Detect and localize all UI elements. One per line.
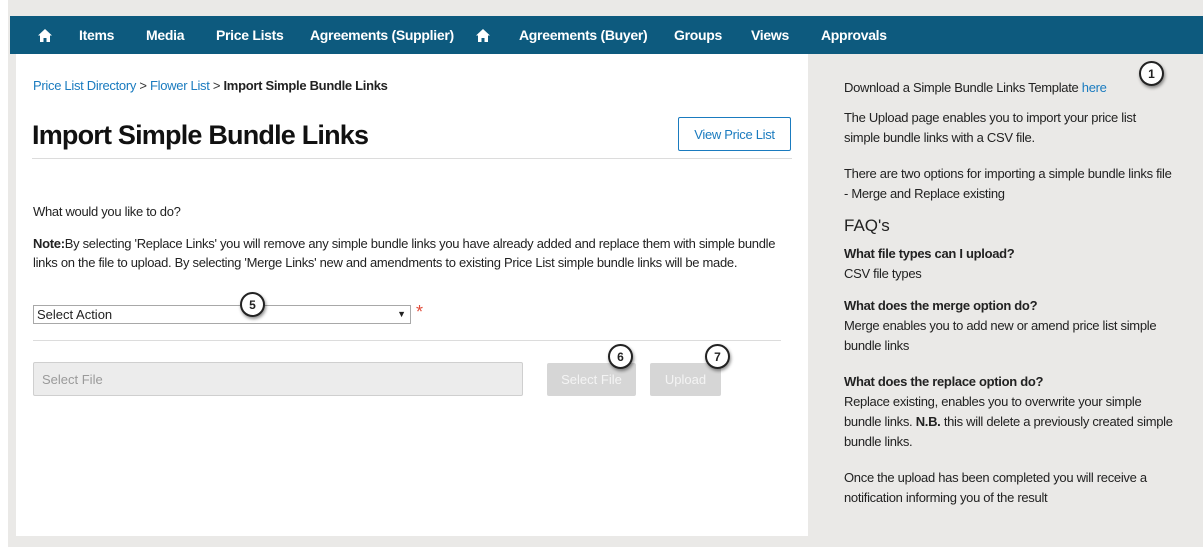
faq-item: What file types can I upload? CSV file t… — [844, 244, 1174, 284]
page-title: Import Simple Bundle Links — [32, 120, 369, 150]
nav-item-groups[interactable]: Groups — [674, 27, 722, 43]
faq-item: What does the merge option do? Merge ena… — [844, 296, 1174, 356]
download-template-label: Download a Simple Bundle Links Template — [844, 80, 1079, 95]
file-path-input[interactable]: Select File — [33, 362, 523, 396]
divider — [33, 340, 781, 341]
callout-marker-7: 7 — [705, 344, 730, 369]
note-body: By selecting 'Replace Links' you will re… — [33, 236, 776, 270]
nav-item-items[interactable]: Items — [79, 27, 114, 43]
faq-heading: FAQ's — [844, 216, 890, 235]
callout-marker-1: 1 — [1139, 61, 1164, 86]
nav-item-agreements-supplier[interactable]: Agreements (Supplier) — [310, 27, 454, 43]
callout-marker-5: 5 — [240, 292, 265, 317]
file-path-placeholder: Select File — [42, 371, 103, 387]
faq-question: What does the merge option do? — [844, 298, 1038, 313]
faq-question: What does the replace option do? — [844, 374, 1044, 389]
top-nav: Items Media Price Lists Agreements (Supp… — [10, 16, 1203, 54]
help-options: There are two options for importing a si… — [844, 166, 1172, 201]
callout-marker-6: 6 — [608, 344, 633, 369]
main-panel: Price List Directory > Flower List > Imp… — [16, 54, 808, 536]
nav-item-price-lists[interactable]: Price Lists — [216, 27, 284, 43]
faq-answer: Replace existing, enables you to overwri… — [844, 392, 1174, 452]
note-text: Note:By selecting 'Replace Links' you wi… — [33, 234, 793, 272]
home-icon[interactable] — [38, 28, 52, 42]
view-price-list-button[interactable]: View Price List — [678, 117, 791, 151]
breadcrumb-flower-list[interactable]: Flower List — [150, 78, 210, 93]
download-template-link[interactable]: here — [1082, 80, 1107, 95]
action-select[interactable]: Select Action ▼ — [33, 305, 411, 324]
breadcrumb-separator: > — [212, 78, 221, 93]
faq-answer: Merge enables you to add new or amend pr… — [844, 318, 1157, 353]
nav-item-media[interactable]: Media — [146, 27, 184, 43]
dropdown-arrow-icon: ▼ — [397, 309, 406, 319]
action-select-value: Select Action — [37, 307, 113, 322]
breadcrumb: Price List Directory > Flower List > Imp… — [33, 78, 388, 93]
download-template-text: Download a Simple Bundle Links Template … — [844, 78, 1174, 98]
breadcrumb-current: Import Simple Bundle Links — [223, 78, 388, 93]
faq-question: What file types can I upload? — [844, 246, 1015, 261]
faq-answer: CSV file types — [844, 266, 922, 281]
help-intro: The Upload page enables you to import yo… — [844, 110, 1136, 145]
nav-item-views[interactable]: Views — [751, 27, 789, 43]
note-label: Note: — [33, 236, 65, 251]
faq-answer-nb: N.B. — [915, 414, 941, 429]
nav-item-approvals[interactable]: Approvals — [821, 27, 887, 43]
breadcrumb-separator: > — [139, 78, 147, 93]
required-marker: * — [416, 302, 424, 322]
upload-button[interactable]: Upload — [650, 363, 721, 396]
divider — [32, 158, 792, 159]
breadcrumb-price-list-directory[interactable]: Price List Directory — [33, 78, 136, 93]
faq-item: What does the replace option do? Replace… — [844, 372, 1174, 452]
action-question: What would you like to do? — [33, 204, 181, 219]
nav-item-agreements-buyer[interactable]: Agreements (Buyer) — [519, 27, 648, 43]
home-icon[interactable] — [476, 28, 490, 42]
help-footer: Once the upload has been completed you w… — [844, 470, 1147, 505]
